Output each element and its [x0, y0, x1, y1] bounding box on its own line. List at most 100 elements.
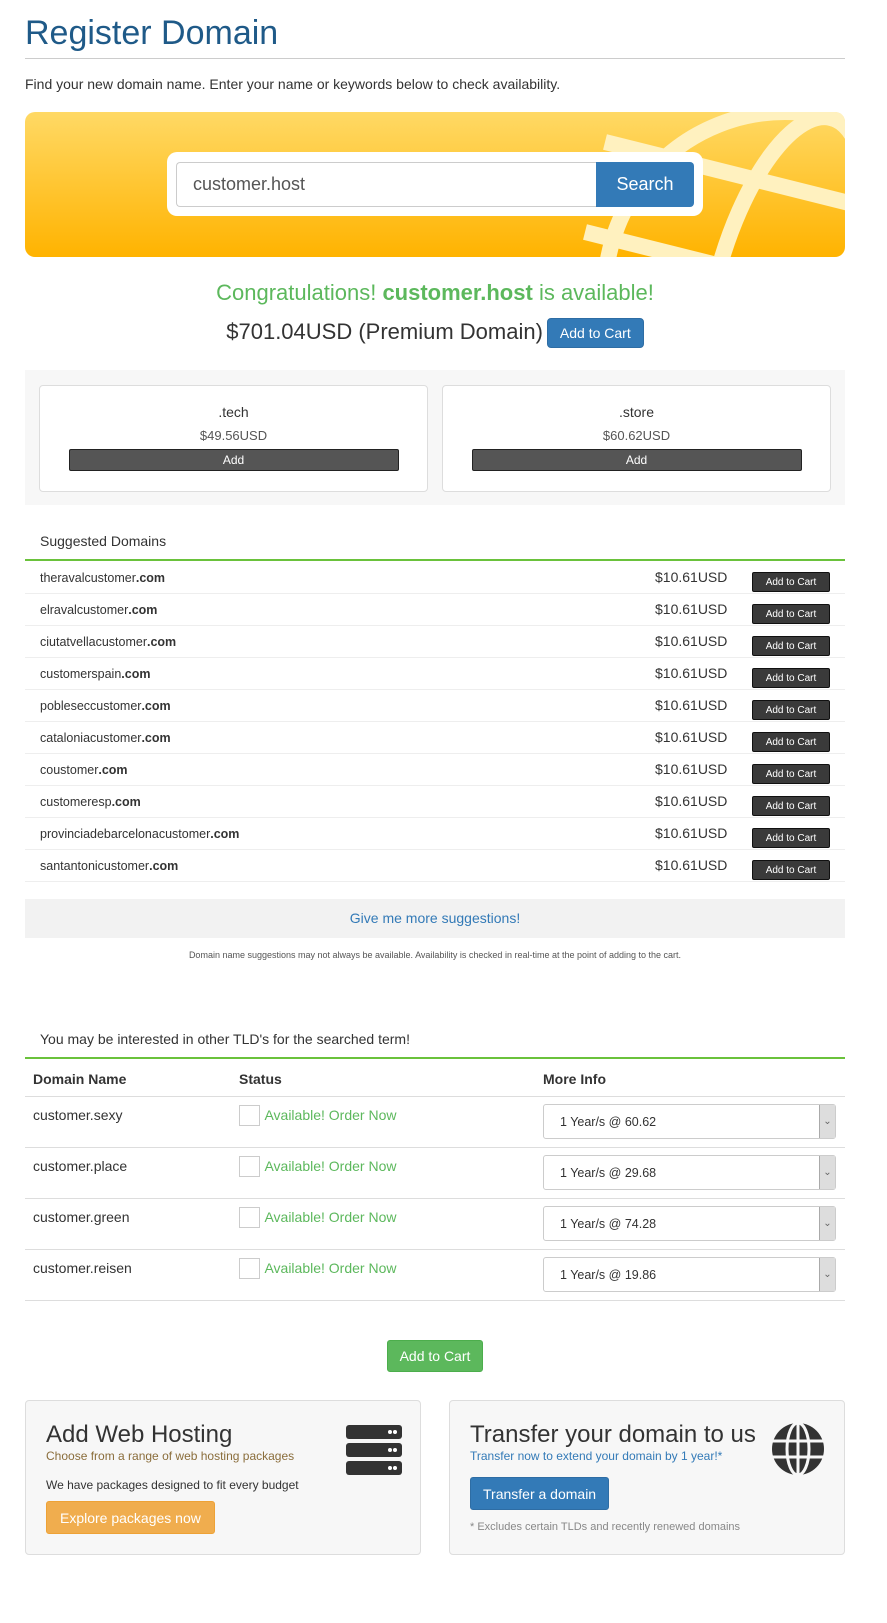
transfer-domain-button[interactable]: Transfer a domain: [470, 1477, 610, 1510]
divider: [25, 1057, 845, 1059]
domain-label: cataloniacustomer: [40, 731, 142, 745]
hosting-title: Add Web Hosting: [46, 1421, 233, 1448]
selected-option: 1 Year/s @ 29.68: [560, 1166, 657, 1180]
add-selected-to-cart-button[interactable]: Add to Cart: [387, 1340, 483, 1372]
add-to-cart-button[interactable]: Add to Cart: [752, 636, 830, 656]
add-to-cart-button[interactable]: Add to Cart: [752, 668, 830, 688]
availability-message: Congratulations! customer.host is availa…: [0, 280, 870, 306]
tld-name: .store: [618, 404, 654, 420]
domain-tld: .com: [149, 859, 179, 873]
suggested-domain-row: provinciadebarcelonacustomer.com $10.61US…: [25, 818, 845, 850]
tld-status: Available! Order Now: [239, 1258, 396, 1284]
table-divider: [25, 1249, 845, 1250]
add-to-cart-button[interactable]: Add to Cart: [752, 828, 830, 848]
add-to-cart-button[interactable]: Add to Cart: [752, 796, 830, 816]
tld-domain-name: customer.green: [33, 1209, 130, 1225]
available-text: is available!: [538, 280, 654, 305]
explore-packages-button[interactable]: Explore packages now: [46, 1501, 215, 1534]
domain-price: $10.61USD: [655, 697, 728, 713]
transfer-title: Transfer your domain to us: [470, 1421, 756, 1448]
registration-period-select[interactable]: 1 Year/s @ 19.86 ⌄: [543, 1257, 836, 1292]
domain-label: customeresp: [40, 795, 112, 809]
chevron-down-icon: ⌄: [819, 1105, 835, 1138]
suggested-domain-row: santantonicustomer.com $10.61USD Add to Ca…: [25, 850, 845, 882]
add-to-cart-button[interactable]: Add to Cart: [752, 700, 830, 720]
order-now-link[interactable]: Available! Order Now: [264, 1260, 396, 1276]
tld-status: Available! Order Now: [239, 1156, 396, 1182]
select-domain-checkbox[interactable]: [239, 1258, 260, 1279]
table-divider: [25, 1300, 845, 1301]
other-tlds-heading: You may be interested in other TLD's for…: [40, 1031, 410, 1047]
selected-option: 1 Year/s @ 60.62: [560, 1115, 657, 1129]
transfer-note: * Excludes certain TLDs and recently ren…: [470, 1521, 741, 1533]
add-to-cart-button[interactable]: Add to Cart: [752, 604, 830, 624]
registration-period-select[interactable]: 1 Year/s @ 60.62 ⌄: [543, 1104, 836, 1139]
suggested-domain-name: customerspain.com: [40, 667, 150, 681]
domain-label: ciutatvellacustomer: [40, 635, 147, 649]
domain-tld: .com: [111, 795, 141, 809]
add-tld-button[interactable]: Add: [68, 449, 399, 471]
registration-period-select[interactable]: 1 Year/s @ 74.28 ⌄: [543, 1206, 836, 1241]
page-title: Register Domain: [25, 14, 279, 52]
suggested-domain-name: poblesеccustomer.com: [40, 699, 171, 713]
domain-price: $10.61USD: [655, 729, 728, 745]
domain-tld: .com: [98, 763, 128, 777]
spotlight-card: .store $60.62USD Add: [442, 385, 831, 492]
divider: [25, 559, 845, 561]
intro-text: Find your new domain name. Enter your na…: [25, 76, 561, 92]
order-now-link[interactable]: Available! Order Now: [264, 1107, 396, 1123]
domain-label: provinciadebarcelonacustomer: [40, 827, 211, 841]
domain-price: $10.61USD: [655, 569, 728, 585]
domain-tld: .com: [141, 731, 171, 745]
order-now-link[interactable]: Available! Order Now: [264, 1158, 396, 1174]
select-domain-checkbox[interactable]: [239, 1156, 260, 1177]
tld-name: .tech: [218, 404, 249, 420]
domain-price: $10.61USD: [655, 825, 728, 841]
add-to-cart-button[interactable]: Add to Cart: [546, 318, 644, 348]
suggested-domain-name: elravalcustomer.com: [40, 603, 157, 617]
domain-price: $10.61USD: [655, 633, 728, 649]
hosting-subtitle: Choose from a range of web hosting packa…: [46, 1449, 295, 1463]
registration-period-select[interactable]: 1 Year/s @ 29.68 ⌄: [543, 1155, 836, 1190]
search-button[interactable]: Search: [596, 162, 694, 207]
domain-price: $10.61USD: [655, 793, 728, 809]
spotlight-tlds: .tech $49.56USD Add .store $60.62USD Add: [25, 370, 845, 505]
add-to-cart-button[interactable]: Add to Cart: [752, 732, 830, 752]
domain-tld: .com: [210, 827, 240, 841]
searched-domain: customer.host: [382, 280, 533, 305]
suggested-domain-row: coustomer.com $10.61USD Add to Cart: [25, 754, 845, 786]
transfer-promo: Transfer your domain to us Transfer now …: [449, 1400, 845, 1555]
suggested-domain-name: customeresp.com: [40, 795, 141, 809]
suggested-domain-name: coustomer.com: [40, 763, 128, 777]
domain-tld: .com: [135, 571, 166, 585]
domain-label: santantonicustomer: [40, 859, 150, 873]
add-to-cart-button[interactable]: Add to Cart: [752, 572, 830, 592]
selected-option: 1 Year/s @ 74.28: [560, 1217, 657, 1231]
add-to-cart-button[interactable]: Add to Cart: [752, 860, 830, 880]
more-suggestions-button[interactable]: Give me more suggestions!: [25, 899, 845, 938]
select-domain-checkbox[interactable]: [239, 1105, 260, 1126]
selected-option: 1 Year/s @ 19.86: [560, 1268, 657, 1282]
suggested-domain-row: elravalcustomer.com $10.61USD Add to Cart: [25, 594, 845, 626]
column-more-info: More Info: [543, 1071, 606, 1087]
column-status: Status: [239, 1071, 282, 1087]
chevron-down-icon: ⌄: [819, 1156, 835, 1189]
add-tld-button[interactable]: Add: [471, 449, 802, 471]
domain-price: $10.61USD: [655, 857, 728, 873]
order-now-link[interactable]: Available! Order Now: [264, 1209, 396, 1225]
table-divider: [25, 1198, 845, 1199]
search-banner: Search: [25, 112, 845, 257]
domain-price: $10.61USD: [655, 665, 728, 681]
server-icon: [346, 1425, 402, 1475]
domain-price: $10.61USD: [655, 601, 728, 617]
domain-label: coustomer: [40, 763, 99, 777]
suggested-domain-row: customeresp.com $10.61USD Add to Cart: [25, 786, 845, 818]
chevron-down-icon: ⌄: [819, 1258, 835, 1291]
congrats-text: Congratulations!: [216, 280, 377, 305]
domain-search-input[interactable]: [176, 162, 597, 207]
chevron-down-icon: ⌄: [819, 1207, 835, 1240]
suggested-domain-name: ciutatvellacustomer.com: [40, 635, 176, 649]
domain-tld: .com: [141, 699, 171, 713]
select-domain-checkbox[interactable]: [239, 1207, 260, 1228]
add-to-cart-button[interactable]: Add to Cart: [752, 764, 830, 784]
